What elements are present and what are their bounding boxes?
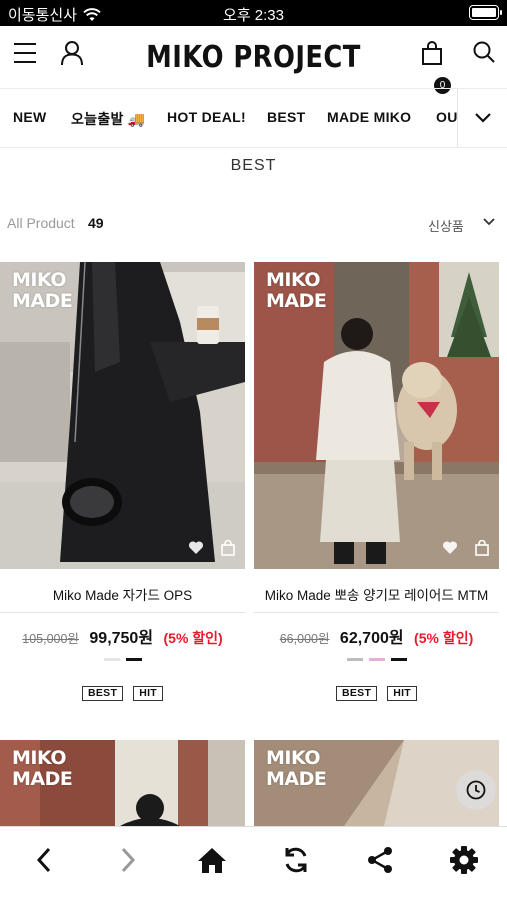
tag-hit: HIT (133, 686, 164, 701)
sort-chevron-down-icon[interactable] (482, 216, 496, 228)
clock-icon (466, 780, 486, 800)
divider (254, 612, 499, 613)
color-swatch (368, 658, 385, 661)
original-price: 66,000원 (279, 632, 330, 646)
color-swatches (0, 658, 245, 661)
back-icon[interactable] (33, 845, 55, 875)
product-name[interactable]: Miko Made 뽀송 양기모 레이어드 MTM (254, 584, 499, 604)
nav-item-outer[interactable]: OUTER (436, 109, 458, 125)
heart-icon[interactable] (442, 540, 458, 555)
sale-price: 62,700원 (339, 630, 404, 647)
shopping-bag-icon[interactable] (220, 540, 236, 556)
made-badge: MIKO MADE (12, 269, 73, 312)
tag-best: BEST (81, 686, 124, 701)
color-swatch (125, 658, 142, 661)
nav-item-best[interactable]: BEST (267, 109, 306, 125)
tag-best: BEST (335, 686, 378, 701)
color-swatch (346, 658, 363, 661)
divider (0, 612, 245, 613)
heart-icon[interactable] (188, 540, 204, 555)
product-tags: BEST HIT (0, 686, 245, 701)
product-count: 49 (88, 215, 104, 231)
made-badge: MIKO MADE (266, 747, 327, 790)
share-icon[interactable] (365, 845, 395, 875)
nav-item-today-shipping[interactable]: 오늘출발 🚚 (71, 109, 146, 129)
discount-label: (5% 할인) (163, 630, 223, 646)
status-bar: 이동통신사 오후 2:33 (0, 0, 507, 26)
status-time: 오후 2:33 (223, 7, 284, 24)
product-list-bar: All Product 49 신상품 (0, 214, 507, 234)
color-swatches (254, 658, 499, 661)
color-swatch (103, 658, 120, 661)
browser-toolbar (0, 826, 507, 900)
menu-icon[interactable] (14, 43, 36, 63)
category-nav-items: NEW 오늘출발 🚚 HOT DEAL! BEST MADE MIKO OUTE… (0, 89, 458, 147)
original-price: 105,000원 (22, 632, 79, 646)
recent-view-button[interactable] (456, 770, 496, 810)
product-name[interactable]: Miko Made 자가드 OPS (0, 584, 245, 604)
price-row: 66,000원 62,700원 (5% 할인) (254, 624, 499, 648)
cart-icon[interactable] (420, 40, 444, 66)
shopping-bag-icon[interactable] (474, 540, 490, 556)
refresh-icon[interactable] (281, 845, 311, 875)
product-image[interactable]: MIKO MADE (0, 740, 245, 826)
product-count-label: All Product (7, 215, 75, 231)
forward-icon[interactable] (117, 845, 139, 875)
search-icon[interactable] (472, 40, 496, 64)
brand-logo[interactable]: MIKO PROJECT (35, 40, 471, 75)
product-tags: BEST HIT (254, 686, 499, 701)
product-image[interactable]: MIKO MADE (254, 262, 499, 569)
nav-item-hot-deal[interactable]: HOT DEAL! (167, 109, 246, 125)
nav-item-made-miko[interactable]: MADE MIKO (327, 109, 411, 125)
nav-item-new[interactable]: NEW (13, 109, 47, 125)
tag-hit: HIT (387, 686, 418, 701)
category-nav: NEW 오늘출발 🚚 HOT DEAL! BEST MADE MIKO OUTE… (0, 88, 507, 148)
made-badge: MIKO MADE (12, 747, 73, 790)
settings-icon[interactable] (449, 845, 479, 875)
section-title: BEST (230, 157, 277, 174)
made-badge: MIKO MADE (266, 269, 327, 312)
color-swatch (390, 658, 407, 661)
chevron-down-icon (474, 113, 491, 123)
category-expand-button[interactable] (457, 89, 507, 147)
sort-select[interactable]: 신상품 (428, 216, 464, 235)
discount-label: (5% 할인) (414, 630, 474, 646)
product-image[interactable]: MIKO MADE (0, 262, 245, 569)
battery-icon (469, 5, 502, 20)
home-icon[interactable] (196, 845, 228, 875)
sale-price: 99,750원 (89, 630, 154, 647)
price-row: 105,000원 99,750원 (5% 할인) (0, 624, 245, 648)
app-header: MIKO PROJECT 0 (0, 26, 507, 94)
